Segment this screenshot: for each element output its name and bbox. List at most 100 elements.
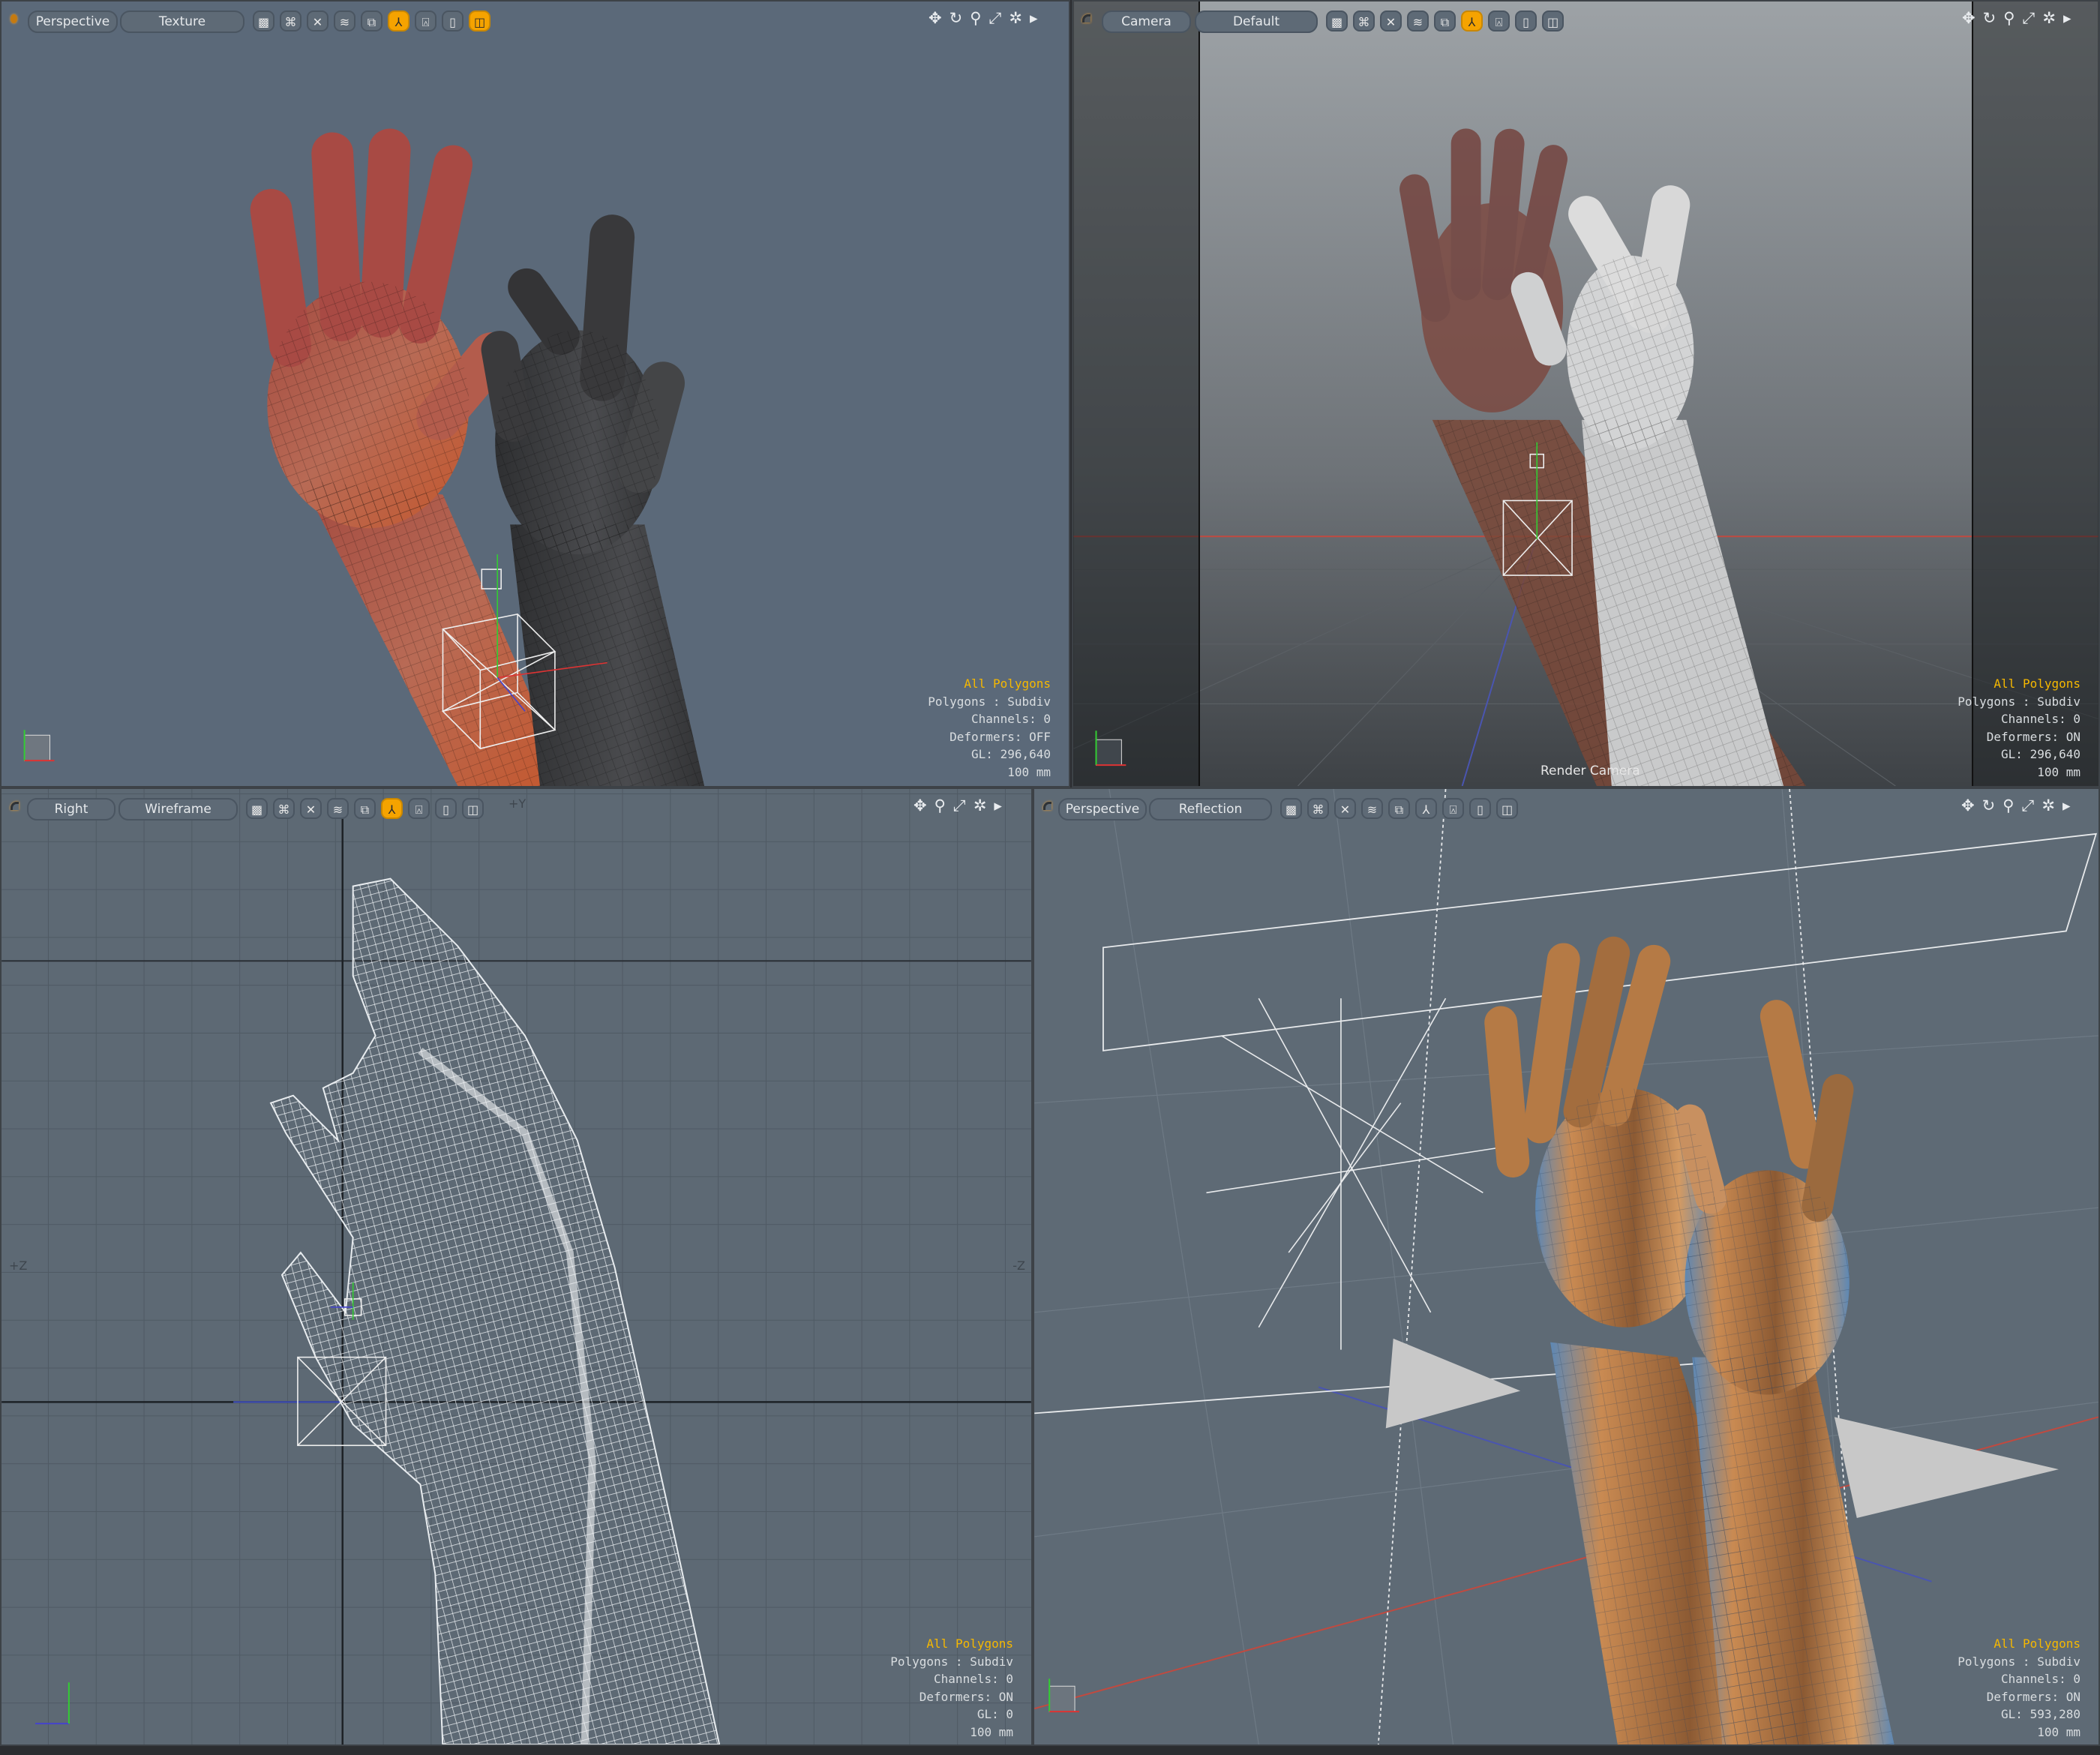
axis-y-icon[interactable]: ⅄ xyxy=(381,798,403,819)
viewport-info: All Polygons Polygons : Subdiv Channels:… xyxy=(1958,675,2080,781)
zoom-icon[interactable]: ⚲ xyxy=(2003,9,2014,28)
axis-y-icon[interactable]: ⅄ xyxy=(388,10,410,32)
info-channels: Channels: 0 xyxy=(2001,712,2080,726)
layers-icon[interactable]: ⧉ xyxy=(354,798,376,819)
menu-arrow-icon[interactable]: ▸ xyxy=(994,796,1002,815)
info-channels: Channels: 0 xyxy=(971,712,1051,726)
x-shade-icon[interactable]: ✕ xyxy=(1334,798,1356,819)
view-type-dropdown[interactable]: Right xyxy=(27,798,116,820)
waves-icon[interactable]: ≋ xyxy=(1407,10,1429,32)
info-channels: Channels: 0 xyxy=(2001,1672,2080,1686)
double-ring-icon[interactable]: ◫ xyxy=(469,10,490,32)
viewport-perspective-texture[interactable]: Perspective Texture ▩ ⌘ ✕ ≋ ⧉ ⅄ ⍓ ▯ ◫ ✥ ↻ ⚲ ⤢ ✲ ▸ All… xyxy=(0,0,1070,788)
viewport-perspective-reflection[interactable]: Perspective Reflection ▩ ⌘ ✕ ≋ ⧉ ⅄ ⍓ ▯ ◫ ✥ ↻ ⚲ ⤢ ✲ ▸ … xyxy=(1033,788,2100,1746)
info-polygons: Polygons : Subdiv xyxy=(928,694,1051,709)
rotate-icon[interactable]: ↻ xyxy=(1983,9,1996,28)
viewport-active-indicator[interactable] xyxy=(10,802,19,810)
loops-icon[interactable]: ⌘ xyxy=(1353,10,1375,32)
double-ring-icon[interactable]: ◫ xyxy=(462,798,484,819)
move-icon[interactable]: ✥ xyxy=(1961,796,1975,815)
checker-icon[interactable]: ▩ xyxy=(1280,798,1302,819)
loops-icon[interactable]: ⌘ xyxy=(273,798,295,819)
move-icon[interactable]: ✥ xyxy=(914,796,927,815)
axis-label-right: -Z xyxy=(1012,1258,1025,1273)
figure-icon[interactable]: ⍓ xyxy=(1488,10,1510,32)
fit-icon[interactable]: ⤢ xyxy=(953,796,966,815)
axis-indicator xyxy=(1048,1678,1080,1713)
info-scale: 100 mm xyxy=(2037,1724,2080,1739)
zoom-icon[interactable]: ⚲ xyxy=(970,9,981,28)
info-gl: GL: 593,280 xyxy=(2001,1707,2080,1721)
info-gl: GL: 296,640 xyxy=(971,747,1051,761)
layers-icon[interactable]: ⧉ xyxy=(1388,798,1410,819)
viewport-scene xyxy=(1034,789,2098,1744)
info-deformers: Deformers: ON xyxy=(1986,729,2080,744)
checker-icon[interactable]: ▩ xyxy=(246,798,268,819)
viewport-info: All Polygons Polygons : Subdiv Channels:… xyxy=(1958,1635,2080,1741)
waves-icon[interactable]: ≋ xyxy=(327,798,349,819)
viewport-camera-default[interactable]: Camera Default ▩ ⌘ ✕ ≋ ⧉ ⅄ ⍓ ▯ ◫ ✥ ↻ ⚲ ⤢ ✲ ▸ Render C… xyxy=(1072,0,2100,788)
x-shade-icon[interactable]: ✕ xyxy=(300,798,322,819)
view-type-dropdown[interactable]: Perspective xyxy=(1058,798,1147,820)
checker-icon[interactable]: ▩ xyxy=(1326,10,1348,32)
gear-icon[interactable]: ✲ xyxy=(2042,9,2056,28)
menu-arrow-icon[interactable]: ▸ xyxy=(1030,9,1038,28)
axis-y-icon[interactable]: ⅄ xyxy=(1461,10,1483,32)
ring-icon[interactable]: ▯ xyxy=(1515,10,1537,32)
viewport-nav-icons: ✥ ↻ ⚲ ⤢ ✲ ▸ xyxy=(1961,796,2071,815)
info-gl: GL: 296,640 xyxy=(2001,747,2080,761)
zoom-icon[interactable]: ⚲ xyxy=(2002,796,2014,815)
fit-icon[interactable]: ⤢ xyxy=(2023,9,2036,28)
fit-icon[interactable]: ⤢ xyxy=(989,9,1002,28)
info-polygons: Polygons : Subdiv xyxy=(1958,694,2080,709)
viewport-option-icons: ▩ ⌘ ✕ ≋ ⧉ ⅄ ⍓ ▯ ◫ xyxy=(253,10,490,32)
figure-icon[interactable]: ⍓ xyxy=(1442,798,1464,819)
axis-y-icon[interactable]: ⅄ xyxy=(1415,798,1437,819)
double-ring-icon[interactable]: ◫ xyxy=(1496,798,1518,819)
menu-arrow-icon[interactable]: ▸ xyxy=(2062,796,2071,815)
info-selection: All Polygons xyxy=(964,676,1051,691)
layers-icon[interactable]: ⧉ xyxy=(1434,10,1456,32)
ring-icon[interactable]: ▯ xyxy=(435,798,457,819)
viewport-scene xyxy=(1073,2,2098,786)
loops-icon[interactable]: ⌘ xyxy=(280,10,302,32)
axis-label-top: +Y xyxy=(508,796,526,811)
figure-icon[interactable]: ⍓ xyxy=(408,798,430,819)
viewport-right-wireframe[interactable]: Right Wireframe ▩ ⌘ ✕ ≋ ⧉ ⅄ ⍓ ▯ ◫ ✥ ⚲ ⤢ ✲ ▸ +Y +Z -Z… xyxy=(0,788,1033,1746)
rotate-icon[interactable]: ↻ xyxy=(950,9,963,28)
rotate-icon[interactable]: ↻ xyxy=(1982,796,1996,815)
shading-dropdown[interactable]: Reflection xyxy=(1149,798,1272,820)
viewport-active-indicator[interactable] xyxy=(10,14,17,23)
viewport-option-icons: ▩ ⌘ ✕ ≋ ⧉ ⅄ ⍓ ▯ ◫ xyxy=(246,798,484,819)
waves-icon[interactable]: ≋ xyxy=(334,10,356,32)
move-icon[interactable]: ✥ xyxy=(1962,9,1976,28)
info-channels: Channels: 0 xyxy=(934,1672,1013,1686)
ring-icon[interactable]: ▯ xyxy=(442,10,464,32)
info-deformers: Deformers: ON xyxy=(1986,1689,2080,1704)
viewport-active-indicator[interactable] xyxy=(1043,802,1052,810)
zoom-icon[interactable]: ⚲ xyxy=(934,796,946,815)
view-type-dropdown[interactable]: Camera xyxy=(1102,10,1191,33)
axis-indicator xyxy=(23,730,55,762)
ring-icon[interactable]: ▯ xyxy=(1469,798,1491,819)
gear-icon[interactable]: ✲ xyxy=(2042,796,2055,815)
x-shade-icon[interactable]: ✕ xyxy=(1380,10,1402,32)
figure-icon[interactable]: ⍓ xyxy=(415,10,436,32)
checker-icon[interactable]: ▩ xyxy=(253,10,274,32)
shading-dropdown[interactable]: Wireframe xyxy=(118,798,238,820)
view-type-dropdown[interactable]: Perspective xyxy=(28,10,118,33)
shading-dropdown[interactable]: Default xyxy=(1195,10,1318,33)
layers-icon[interactable]: ⧉ xyxy=(361,10,382,32)
gear-icon[interactable]: ✲ xyxy=(974,796,987,815)
viewport-nav-icons: ✥ ↻ ⚲ ⤢ ✲ ▸ xyxy=(1962,9,2072,28)
shading-dropdown[interactable]: Texture xyxy=(120,10,244,33)
x-shade-icon[interactable]: ✕ xyxy=(307,10,328,32)
fit-icon[interactable]: ⤢ xyxy=(2022,796,2035,815)
menu-arrow-icon[interactable]: ▸ xyxy=(2063,9,2072,28)
double-ring-icon[interactable]: ◫ xyxy=(1542,10,1564,32)
gear-icon[interactable]: ✲ xyxy=(1009,9,1022,28)
move-icon[interactable]: ✥ xyxy=(928,9,942,28)
viewport-active-indicator[interactable] xyxy=(1082,14,1090,22)
waves-icon[interactable]: ≋ xyxy=(1361,798,1383,819)
loops-icon[interactable]: ⌘ xyxy=(1307,798,1329,819)
